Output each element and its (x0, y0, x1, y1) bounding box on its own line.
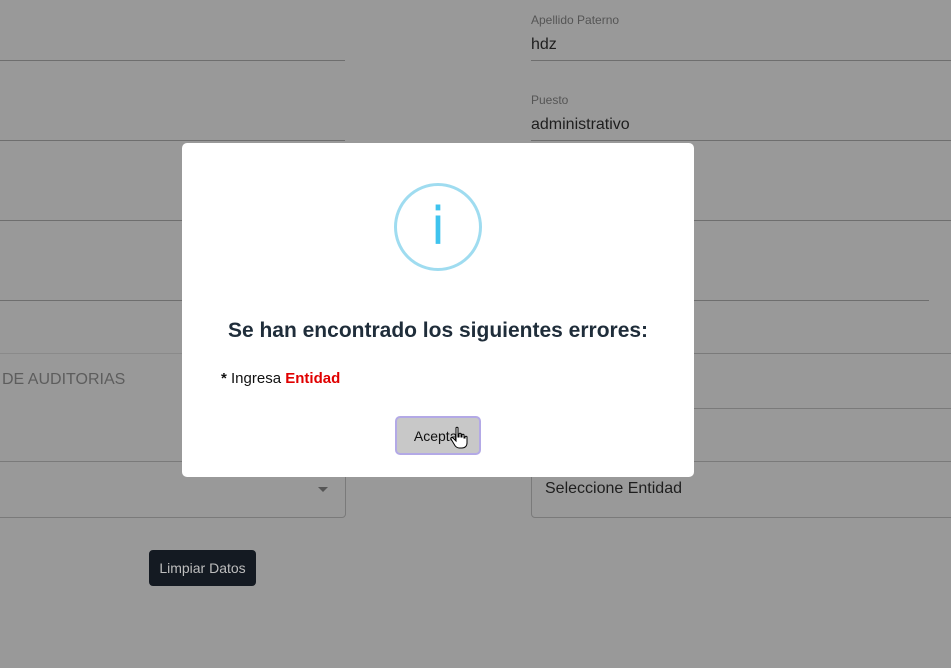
puesto-input[interactable]: administrativo (531, 116, 630, 134)
right-field-underline-4 (694, 300, 929, 301)
apellido-paterno-input[interactable]: hdz (531, 36, 557, 54)
dialog-title: Se han encontrado los siguientes errores… (227, 319, 649, 342)
error-field-name: Entidad (285, 370, 341, 387)
left-field-underline-2 (0, 140, 345, 141)
apellido-paterno-underline (531, 60, 951, 61)
left-field-underline-3 (0, 220, 182, 221)
info-icon-glyph: i (430, 197, 446, 257)
clear-data-button[interactable]: Limpiar Datos (149, 550, 256, 586)
puesto-underline (531, 140, 951, 141)
puesto-label: Puesto (531, 93, 569, 107)
hand-pointer-icon (450, 426, 468, 449)
left-select-chevron-down-icon (318, 487, 328, 492)
error-prefix: Ingresa (231, 370, 282, 387)
info-icon: i (394, 183, 482, 271)
accept-button[interactable]: Aceptar (395, 416, 481, 455)
left-field-underline-4 (0, 300, 182, 301)
right-field-underline-3 (694, 220, 951, 221)
apellido-paterno-label: Apellido Paterno (531, 13, 620, 27)
error-bullet: * (221, 370, 227, 387)
entidad-select-value: Seleccione Entidad (545, 480, 682, 497)
error-dialog: i Se han encontrado los siguientes error… (182, 143, 694, 477)
error-message: * Ingresa Entidad (221, 370, 340, 387)
left-field-underline-1 (0, 60, 345, 61)
